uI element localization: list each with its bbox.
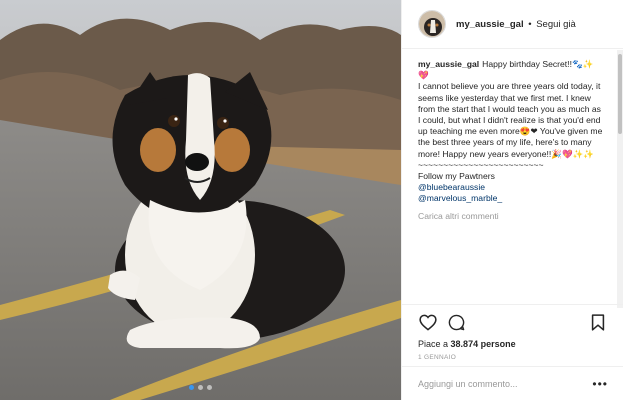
load-more-comments-button[interactable]: Carica altri commenti [418,211,604,221]
caption-divider: ~~~~~~~~~~~~~~~~~~~~~~~~~ [418,159,544,170]
likes-suffix: persone [480,339,516,349]
post-caption: my_aussie_gal Happy birthday Secret!!🐾✨💖 … [418,59,604,205]
post-side-panel: my_aussie_gal • Segui già my_aussie_gal H… [401,0,623,400]
post-header: my_aussie_gal • Segui già [402,0,623,49]
following-button[interactable]: Segui già [536,19,576,30]
carousel-indicator [0,385,401,390]
more-options-button[interactable]: ••• [592,378,608,390]
mention-link[interactable]: @bluebearaussie [418,182,604,193]
caption-username[interactable]: my_aussie_gal [418,59,479,69]
header-separator: • [528,18,532,30]
comments-area: my_aussie_gal Happy birthday Secret!!🐾✨💖 … [402,50,616,295]
likes-number: 38.874 [450,339,479,349]
post-date[interactable]: 1 GENNAIO [418,354,608,361]
dog-photo-illustration [0,0,401,400]
mention-link[interactable]: @marvelous_marble_ [418,193,604,204]
avatar-image [419,11,445,37]
likes-count[interactable]: Piace a 38.874 persone [418,339,608,349]
header-username[interactable]: my_aussie_gal [456,19,524,30]
caption-follow-text: Follow my Pawtners [418,171,495,182]
comment-input[interactable] [418,378,593,389]
carousel-dot [207,385,212,390]
carousel-dot-active [189,385,194,390]
comments-scrollbar[interactable] [617,50,623,308]
bookmark-icon[interactable] [588,312,608,332]
caption-body: I cannot believe you are three years old… [418,81,603,159]
header-text: my_aussie_gal • Segui già [456,19,576,30]
scrollbar-thumb[interactable] [618,54,622,134]
post-photo[interactable] [0,0,401,400]
action-icons [418,311,608,333]
add-comment-bar: ••• [402,366,623,400]
heart-icon[interactable] [418,312,438,332]
avatar[interactable] [418,10,446,38]
post-actions: Piace a 38.874 persone 1 GENNAIO [402,304,623,364]
likes-prefix: Piace a [418,339,449,349]
carousel-dot [198,385,203,390]
comment-icon[interactable] [446,312,466,332]
